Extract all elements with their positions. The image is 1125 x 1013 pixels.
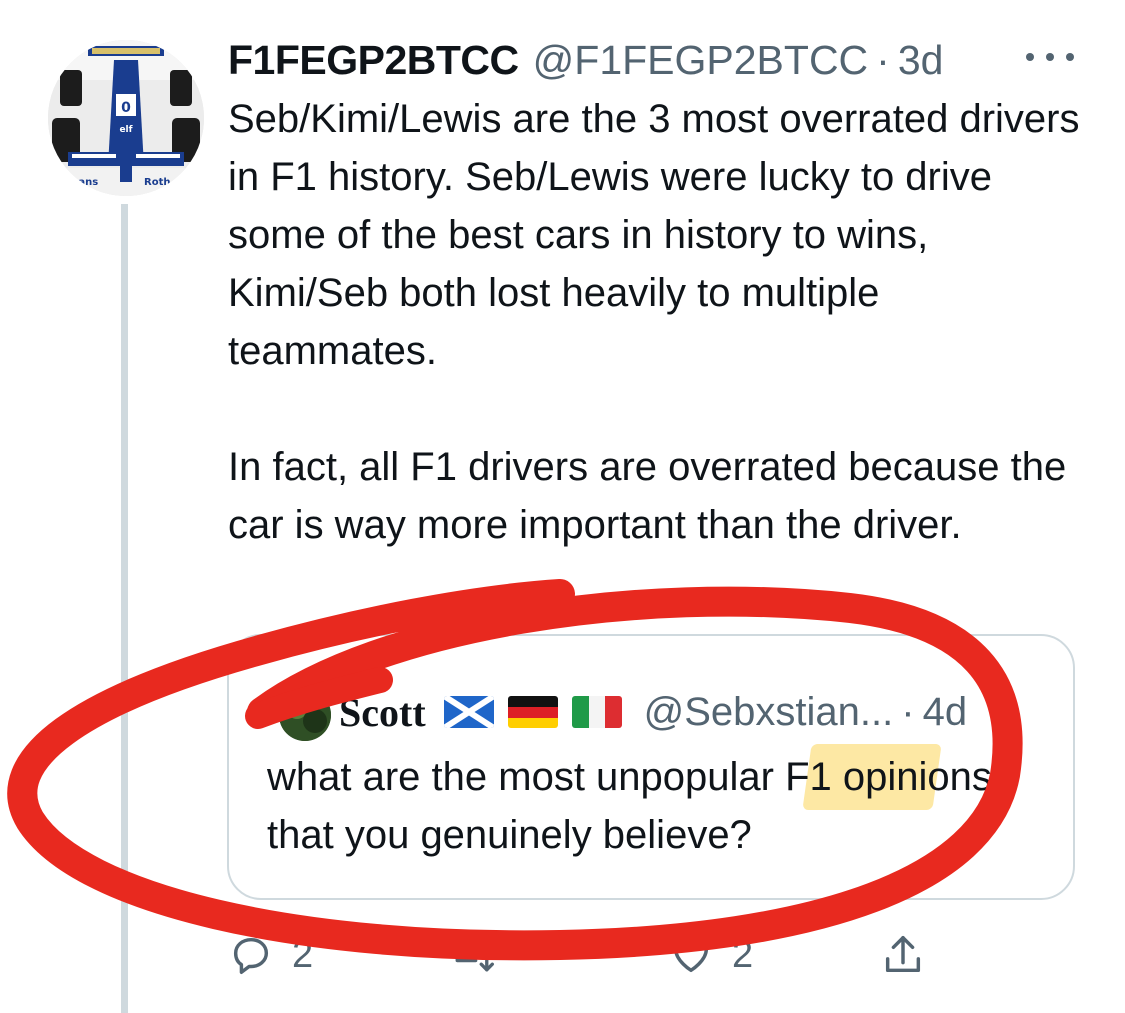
like-button[interactable]: 2 <box>668 925 753 985</box>
flag-emojis <box>443 696 636 728</box>
more-dot <box>1066 53 1074 61</box>
thread-connector-line <box>121 204 128 1013</box>
tweet-action-bar: 2 2 <box>228 925 1088 985</box>
tweet-body: Seb/Kimi/Lewis are the 3 most overrated … <box>228 90 1088 554</box>
quoted-user-avatar[interactable] <box>279 689 331 741</box>
f1-car-avatar-image: 0 elf mans Roth <box>48 40 204 196</box>
reply-button[interactable]: 2 <box>228 925 313 985</box>
tweet-paragraph: In fact, all F1 drivers are overrated be… <box>228 445 1067 547</box>
svg-text:mans: mans <box>68 177 98 188</box>
reply-icon <box>233 937 269 974</box>
more-dot <box>1046 53 1054 61</box>
share-icon <box>885 936 921 973</box>
quoted-display-name[interactable]: Scott <box>339 689 426 736</box>
tweet-timestamp[interactable]: 3d <box>898 37 944 84</box>
quoted-separator-dot: · <box>901 689 915 734</box>
share-button[interactable] <box>880 925 926 985</box>
quoted-handle[interactable]: @Sebxstian... <box>644 690 894 735</box>
like-count: 2 <box>732 933 754 976</box>
quoted-avatar-image <box>279 689 331 741</box>
user-avatar[interactable]: 0 elf mans Roth <box>48 40 204 196</box>
more-dot <box>1026 53 1034 61</box>
retweet-button[interactable] <box>448 925 514 985</box>
retweet-icon <box>450 938 494 972</box>
svg-text:0: 0 <box>121 100 131 116</box>
svg-text:elf: elf <box>119 125 132 135</box>
tweet-paragraph: Seb/Kimi/Lewis are the 3 most overrated … <box>228 97 1080 373</box>
tweet-screenshot: 0 elf mans Roth F1FEGP2BTCC @F1FEGP2BTCC… <box>0 0 1125 1013</box>
author-display-name[interactable]: F1FEGP2BTCC <box>228 37 519 84</box>
quoted-timestamp[interactable]: 4d <box>923 690 968 735</box>
italy-flag-icon <box>571 696 622 728</box>
quoted-tweet-header: Scott @Sebxstian... · 4d <box>339 682 967 742</box>
germany-flag-icon <box>507 696 558 728</box>
quoted-tweet-text: what are the most unpopular F1 opinions … <box>267 755 992 857</box>
author-handle[interactable]: @F1FEGP2BTCC <box>533 37 869 84</box>
quoted-tweet-card[interactable]: Scott @Sebxstian... · 4d what are the mo… <box>227 634 1075 900</box>
heart-icon <box>673 939 709 973</box>
separator-dot: · <box>876 36 890 83</box>
scotland-flag-icon <box>443 696 494 728</box>
tweet-header: F1FEGP2BTCC @F1FEGP2BTCC · 3d <box>228 32 943 88</box>
reply-count: 2 <box>292 933 314 976</box>
more-horizontal-icon[interactable] <box>1026 42 1074 72</box>
svg-text:Roth: Roth <box>144 177 170 188</box>
